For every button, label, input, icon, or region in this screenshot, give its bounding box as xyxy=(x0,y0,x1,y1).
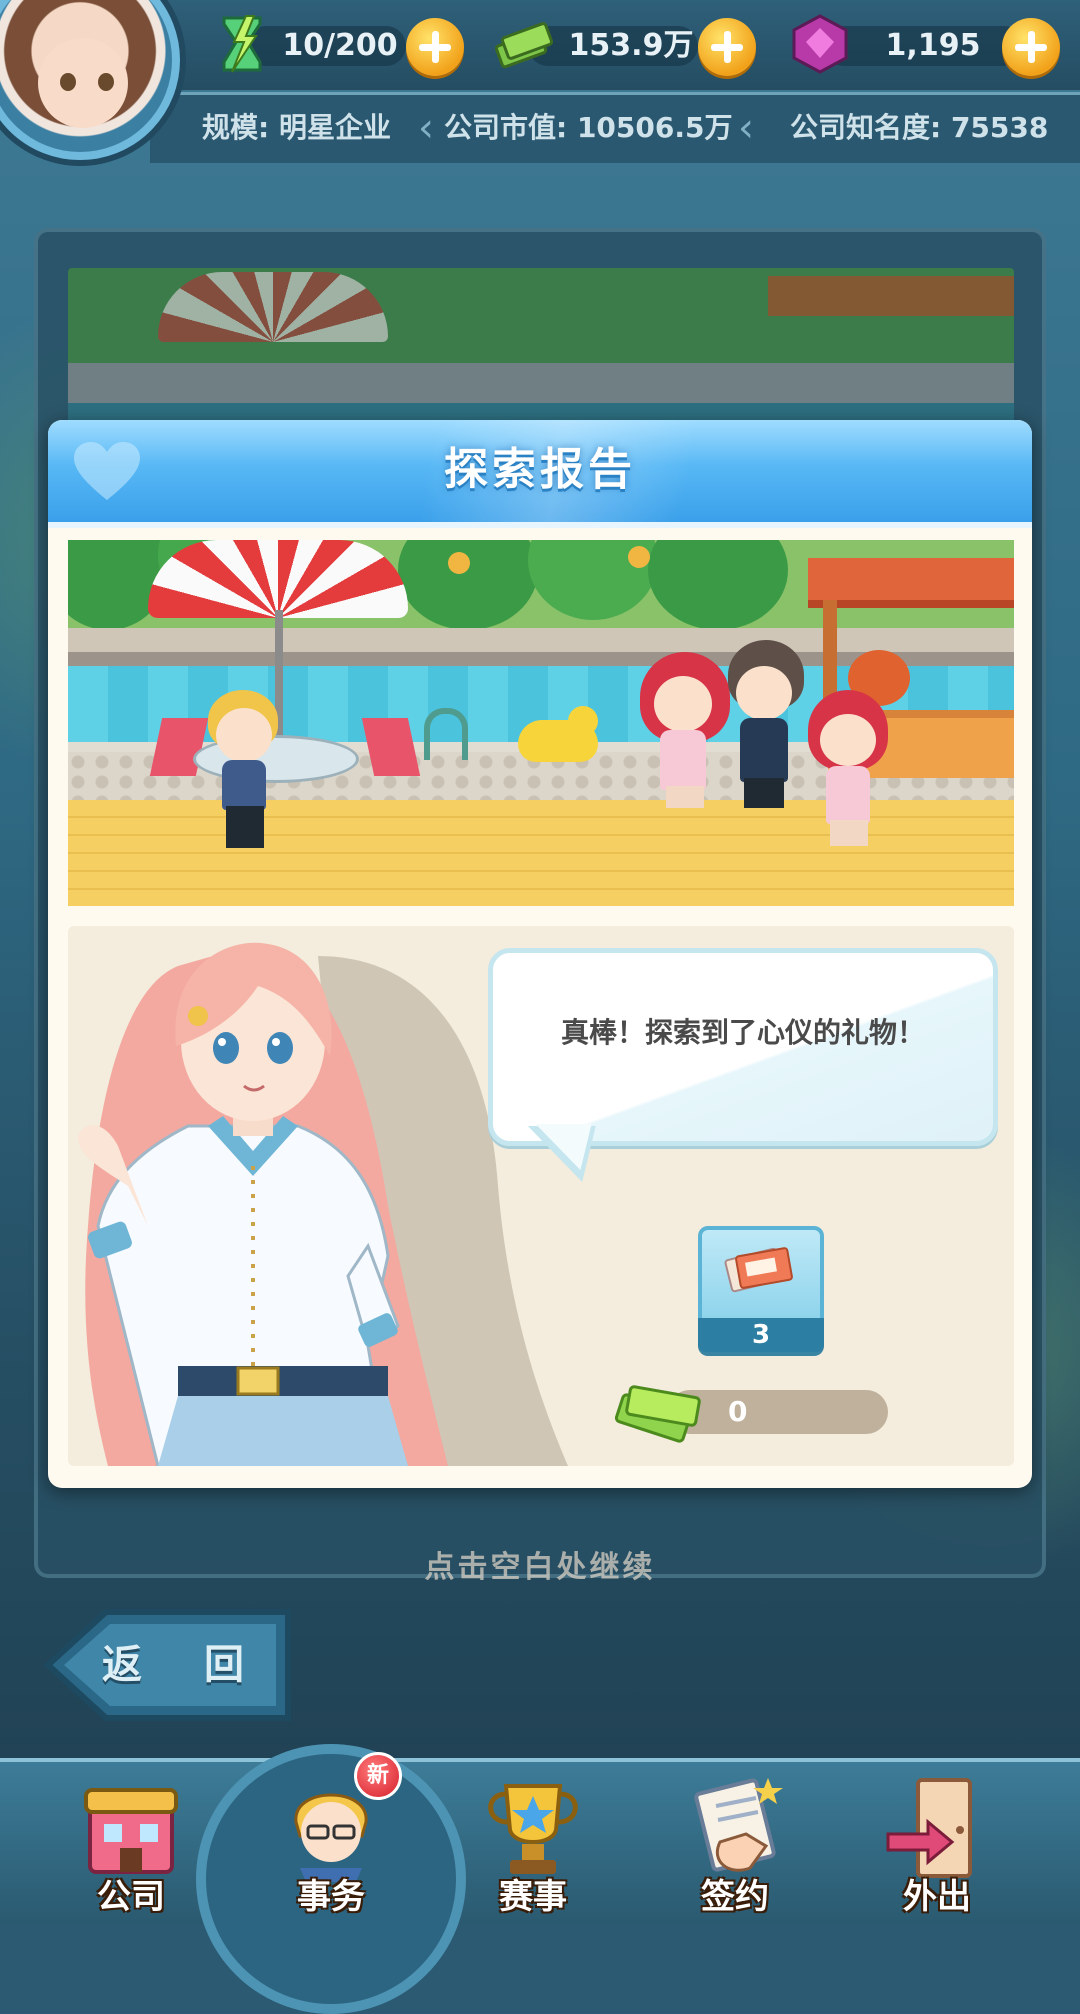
company-building-icon xyxy=(84,1788,178,1874)
back-button-label: 返 回 xyxy=(102,1642,268,1688)
door-exit-icon xyxy=(886,1778,972,1878)
add-cash-button[interactable] xyxy=(698,18,756,76)
gem-icon xyxy=(792,14,848,74)
gem-value: 1,195 xyxy=(885,28,981,63)
cash-stack-icon xyxy=(614,1385,701,1443)
new-badge: 新 xyxy=(354,1752,402,1800)
ticket-icon xyxy=(724,1247,793,1293)
nav-events-label: 赛事 xyxy=(499,1877,567,1917)
hourglass-icon xyxy=(222,15,262,73)
trophy-icon xyxy=(488,1784,578,1874)
company-value: 公司市值: 10506.5万 xyxy=(444,111,733,144)
dialog-title: 探索报告 xyxy=(444,444,636,495)
nav-company-label: 公司 xyxy=(97,1877,165,1917)
nav-affairs-label: 事务 xyxy=(297,1877,365,1917)
contract-icon xyxy=(694,1778,783,1872)
divider-chevron: ‹ xyxy=(738,105,754,151)
tap-to-continue-hint[interactable]: 点击空白处继续 xyxy=(0,1548,1080,1588)
top-hud: 10/200 153.9万 1,195 规模: 明星企业 ‹ 公司市值: 105… xyxy=(0,0,1080,165)
stamina-resource: 10/200 xyxy=(210,12,470,76)
reward-item-count: 3 xyxy=(698,1318,824,1352)
nav-contract-label: 签约 xyxy=(701,1877,769,1917)
dialog-message: 真棒！探索到了心仪的礼物！ xyxy=(560,1016,925,1049)
add-stamina-button[interactable] xyxy=(406,18,464,76)
cash-resource: 153.9万 xyxy=(492,12,762,76)
exploration-scene-image xyxy=(68,540,1014,906)
divider-chevron: ‹ xyxy=(418,105,434,151)
stamina-value: 10/200 xyxy=(282,28,398,63)
cash-stack-icon xyxy=(495,22,554,69)
cash-value: 153.9万 xyxy=(568,28,694,63)
gem-resource: 1,195 xyxy=(788,12,1080,76)
reward-cash-value: 0 xyxy=(728,1395,748,1428)
nav-go-out-label: 外出 xyxy=(903,1877,971,1917)
company-scale: 规模: 明星企业 xyxy=(202,111,391,144)
nav-events[interactable]: 赛事 xyxy=(458,1766,608,1920)
company-fame: 公司知名度: 75538 xyxy=(790,111,1049,144)
add-gem-button[interactable] xyxy=(1002,18,1060,76)
exploration-report-dialog: 探索报告 真棒！探索到了心仪的礼物！ 3 0 xyxy=(48,420,1032,1488)
nav-company[interactable]: 公司 xyxy=(56,1766,206,1920)
nav-contract[interactable]: 签约 xyxy=(660,1766,810,1920)
nav-go-out[interactable]: 外出 xyxy=(862,1766,1012,1920)
dialog-content-panel: 真棒！探索到了心仪的礼物！ 3 0 xyxy=(68,926,1014,1466)
